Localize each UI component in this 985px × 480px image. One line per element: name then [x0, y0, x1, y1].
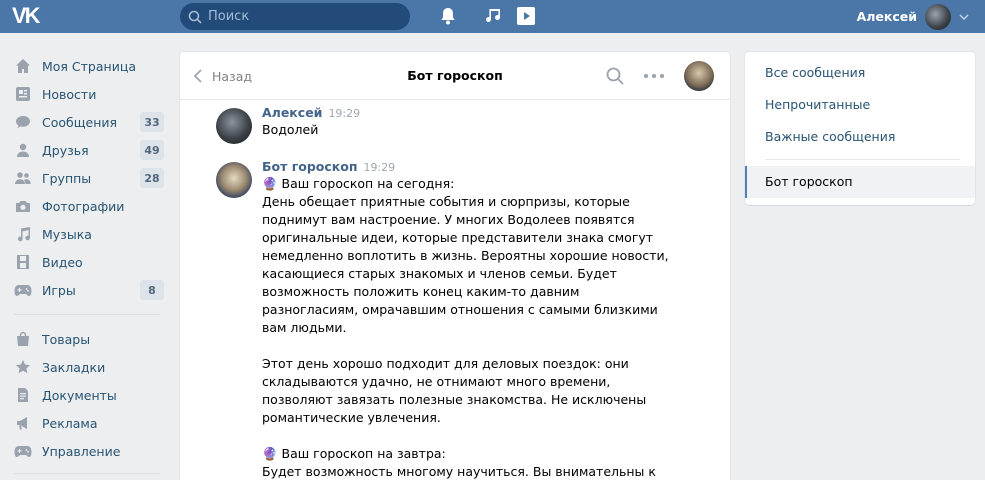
counter-badge: 49 [140, 140, 164, 160]
sidebar-item-music[interactable]: Музыка [0, 220, 170, 248]
sidebar-item-manage[interactable]: Управление [0, 437, 170, 465]
message-time: 19:29 [328, 107, 361, 120]
message-text: Будет возможность многому научиться. Вы … [262, 464, 656, 479]
counter-badge: 28 [140, 168, 164, 188]
sidebar-item-label: Товары [42, 331, 91, 347]
divider [14, 314, 160, 315]
sidebar-item-ads[interactable]: Реклама [0, 409, 170, 437]
megaphone-icon [14, 414, 32, 432]
bell-icon[interactable] [438, 6, 458, 26]
filter-all-messages[interactable]: Все сообщения [745, 57, 975, 89]
message-text: позволяют завязать полезные знакомства. … [262, 392, 647, 407]
search-icon[interactable] [605, 66, 625, 86]
more-icon[interactable] [643, 66, 665, 86]
sidebar-item-label: Группы [42, 170, 92, 186]
search-icon [188, 10, 202, 24]
user-name: Алексей [856, 9, 917, 24]
star-icon [14, 358, 32, 376]
sidebar-item-label: Моя Страница [42, 58, 136, 74]
sidebar-item-video[interactable]: Видео [0, 248, 170, 276]
sidebar-item-label: Документы [42, 387, 117, 403]
sidebar-item-label: Музыка [42, 226, 92, 242]
music-icon [14, 225, 32, 243]
sidebar-item-label: Игры [42, 282, 76, 298]
search-box[interactable] [180, 3, 410, 30]
news-icon [14, 85, 32, 103]
sidebar-item-messages[interactable]: Сообщения 33 [0, 108, 170, 136]
user-menu[interactable]: Алексей [857, 0, 969, 33]
message-text: День обещает приятные события и сюрпризы… [262, 194, 630, 209]
message-text [262, 427, 730, 445]
sidebar-item-friends[interactable]: Друзья 49 [0, 136, 170, 164]
camera-icon [14, 197, 32, 215]
vk-logo[interactable]: VK [12, 5, 48, 27]
sidebar-item-photos[interactable]: Фотографии [0, 192, 170, 220]
message-text: складываются удачно, не отнимают много в… [262, 374, 611, 389]
home-icon [14, 57, 32, 75]
film-icon [14, 253, 32, 271]
filter-unread[interactable]: Непрочитанные [745, 89, 975, 121]
sidebar-item-label: Сообщения [42, 114, 118, 130]
document-icon [14, 386, 32, 404]
message: Бот гороскоп 19:29 🔮 Ваш гороскоп на сего… [180, 159, 730, 480]
sidebar-item-profile[interactable]: Моя Страница [0, 52, 170, 80]
sidebar-item-documents[interactable]: Документы [0, 381, 170, 409]
chat-window: Назад Бот гороскоп Алексей 19:29 Водолей … [180, 52, 730, 480]
chat-avatar[interactable] [684, 61, 714, 91]
message-text: немедленно воплотить в жизнь. Вероятны х… [262, 248, 669, 263]
search-input[interactable] [208, 9, 398, 24]
message-text: вам людьми. [262, 320, 347, 335]
counter-badge: 33 [140, 112, 164, 132]
message-text: поднимут вам настроение. У многих Водоле… [262, 212, 635, 227]
message-text: возможность положить конец каким-то давн… [262, 284, 580, 299]
filter-important[interactable]: Важные сообщения [745, 121, 975, 153]
sidebar-item-groups[interactable]: Группы 28 [0, 164, 170, 192]
sidebar-item-games[interactable]: Игры 8 [0, 276, 170, 304]
avatar[interactable] [216, 108, 252, 144]
active-dialog-item[interactable]: Бот гороскоп [745, 166, 975, 198]
sidebar-item-bookmarks[interactable]: Закладки [0, 353, 170, 381]
chevron-down-icon [959, 13, 969, 20]
sidebar-item-news[interactable]: Новости [0, 80, 170, 108]
music-note-icon[interactable] [484, 6, 504, 26]
message-text [262, 337, 730, 355]
message: Алексей 19:29 Водолей [180, 105, 730, 144]
play-icon[interactable] [516, 6, 536, 26]
gamepad-icon [14, 442, 32, 460]
sidebar-item-label: Фотографии [42, 198, 125, 214]
message-text: разногласиям, омрачавшим отношения с сам… [262, 302, 658, 317]
sidebar: Моя Страница Новости Сообщения 33 Друзья… [0, 52, 170, 480]
divider [765, 159, 960, 160]
friend-icon [14, 141, 32, 159]
sidebar-item-label: Друзья [42, 142, 89, 158]
message-author[interactable]: Алексей [262, 105, 322, 120]
bag-icon [14, 330, 32, 348]
sidebar-item-label: Видео [42, 254, 83, 270]
divider [14, 473, 160, 474]
sidebar-item-goods[interactable]: Товары [0, 325, 170, 353]
avatar[interactable] [216, 162, 252, 198]
chat-header: Назад Бот гороскоп [180, 52, 730, 100]
message-text: романтические увлечения. [262, 410, 441, 425]
counter-badge: 8 [140, 280, 164, 300]
sidebar-item-label: Реклама [42, 415, 98, 431]
gamepad-icon [14, 281, 32, 299]
messages-icon [14, 113, 32, 131]
sidebar-item-label: Новости [42, 86, 97, 102]
dialog-filter-panel: Все сообщения Непрочитанные Важные сообщ… [745, 52, 975, 205]
sidebar-item-label: Управление [42, 443, 121, 459]
message-text: 🔮 Ваш гороскоп на сегодня: [262, 176, 455, 191]
message-text: 🔮 Ваш гороскоп на завтра: [262, 446, 446, 461]
sidebar-item-label: Закладки [42, 359, 106, 375]
message-text: касающиеся старых знакомых и членов семь… [262, 266, 617, 281]
top-bar: VK Алексей [0, 0, 985, 33]
message-text: Этот день хорошо подходит для деловых по… [262, 356, 629, 371]
message-text: оригинальные идеи, которые представители… [262, 230, 654, 245]
message-time: 19:29 [363, 161, 396, 174]
avatar [925, 3, 951, 30]
message-text: Водолей [262, 122, 319, 137]
groups-icon [14, 169, 32, 187]
message-author[interactable]: Бот гороскоп [262, 159, 357, 174]
